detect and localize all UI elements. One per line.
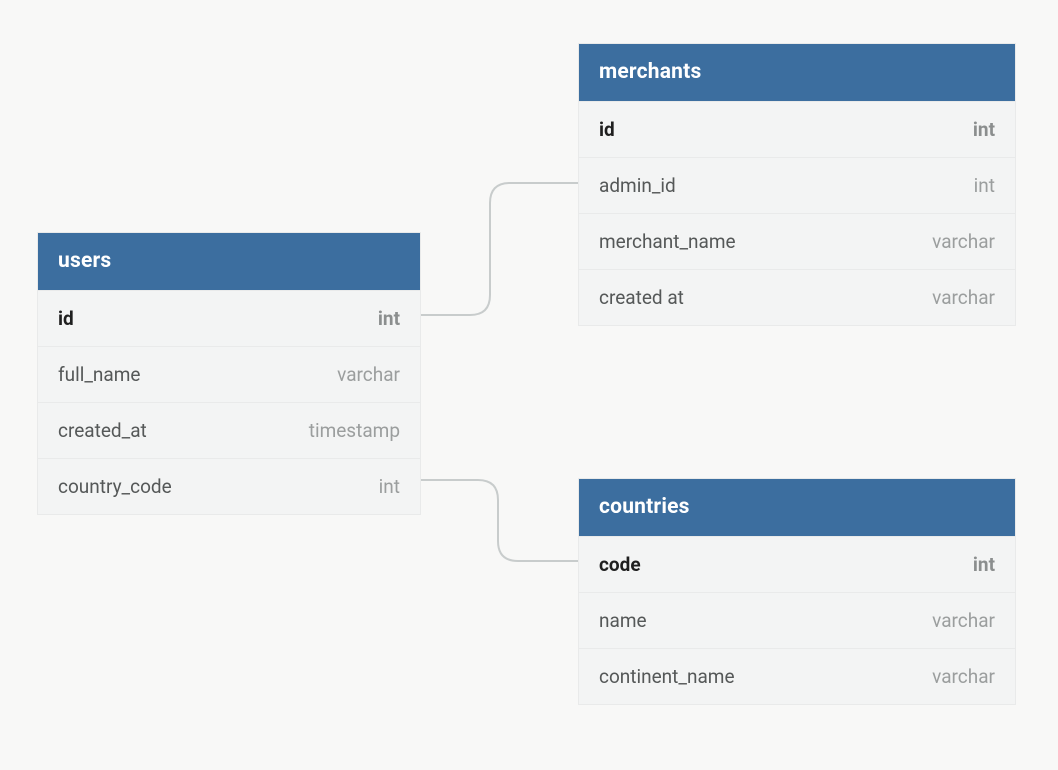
table-row[interactable]: merchant_name varchar (579, 213, 1015, 269)
column-type: int (973, 118, 995, 141)
table-row[interactable]: code int (579, 536, 1015, 592)
table-row[interactable]: id int (579, 101, 1015, 157)
column-name: admin_id (599, 174, 676, 197)
column-type: int (974, 174, 995, 197)
column-name: merchant_name (599, 230, 736, 253)
column-type: int (379, 475, 400, 498)
table-row[interactable]: admin_id int (579, 157, 1015, 213)
column-name: full_name (58, 363, 140, 386)
table-merchants-title: merchants (579, 44, 1015, 101)
column-name: code (599, 553, 641, 576)
column-name: created_at (58, 419, 147, 442)
column-name: continent_name (599, 665, 735, 688)
column-name: id (58, 307, 74, 330)
column-type: varchar (932, 609, 995, 632)
column-name: created at (599, 286, 684, 309)
connector-users-id-merchants-admin (421, 183, 578, 315)
column-type: timestamp (309, 419, 400, 442)
column-name: country_code (58, 475, 172, 498)
table-countries[interactable]: countries code int name varchar continen… (578, 478, 1016, 705)
table-row[interactable]: full_name varchar (38, 346, 420, 402)
table-row[interactable]: id int (38, 290, 420, 346)
column-type: varchar (337, 363, 400, 386)
table-merchants[interactable]: merchants id int admin_id int merchant_n… (578, 43, 1016, 326)
table-row[interactable]: country_code int (38, 458, 420, 514)
table-users-title: users (38, 233, 420, 290)
table-row[interactable]: continent_name varchar (579, 648, 1015, 704)
table-row[interactable]: name varchar (579, 592, 1015, 648)
column-type: varchar (932, 665, 995, 688)
table-row[interactable]: created at varchar (579, 269, 1015, 325)
table-row[interactable]: created_at timestamp (38, 402, 420, 458)
column-name: id (599, 118, 615, 141)
column-name: name (599, 609, 647, 632)
column-type: int (378, 307, 400, 330)
table-users[interactable]: users id int full_name varchar created_a… (37, 232, 421, 515)
column-type: varchar (932, 230, 995, 253)
table-countries-title: countries (579, 479, 1015, 536)
column-type: int (973, 553, 995, 576)
column-type: varchar (932, 286, 995, 309)
connector-users-country-countries-code (421, 480, 578, 561)
